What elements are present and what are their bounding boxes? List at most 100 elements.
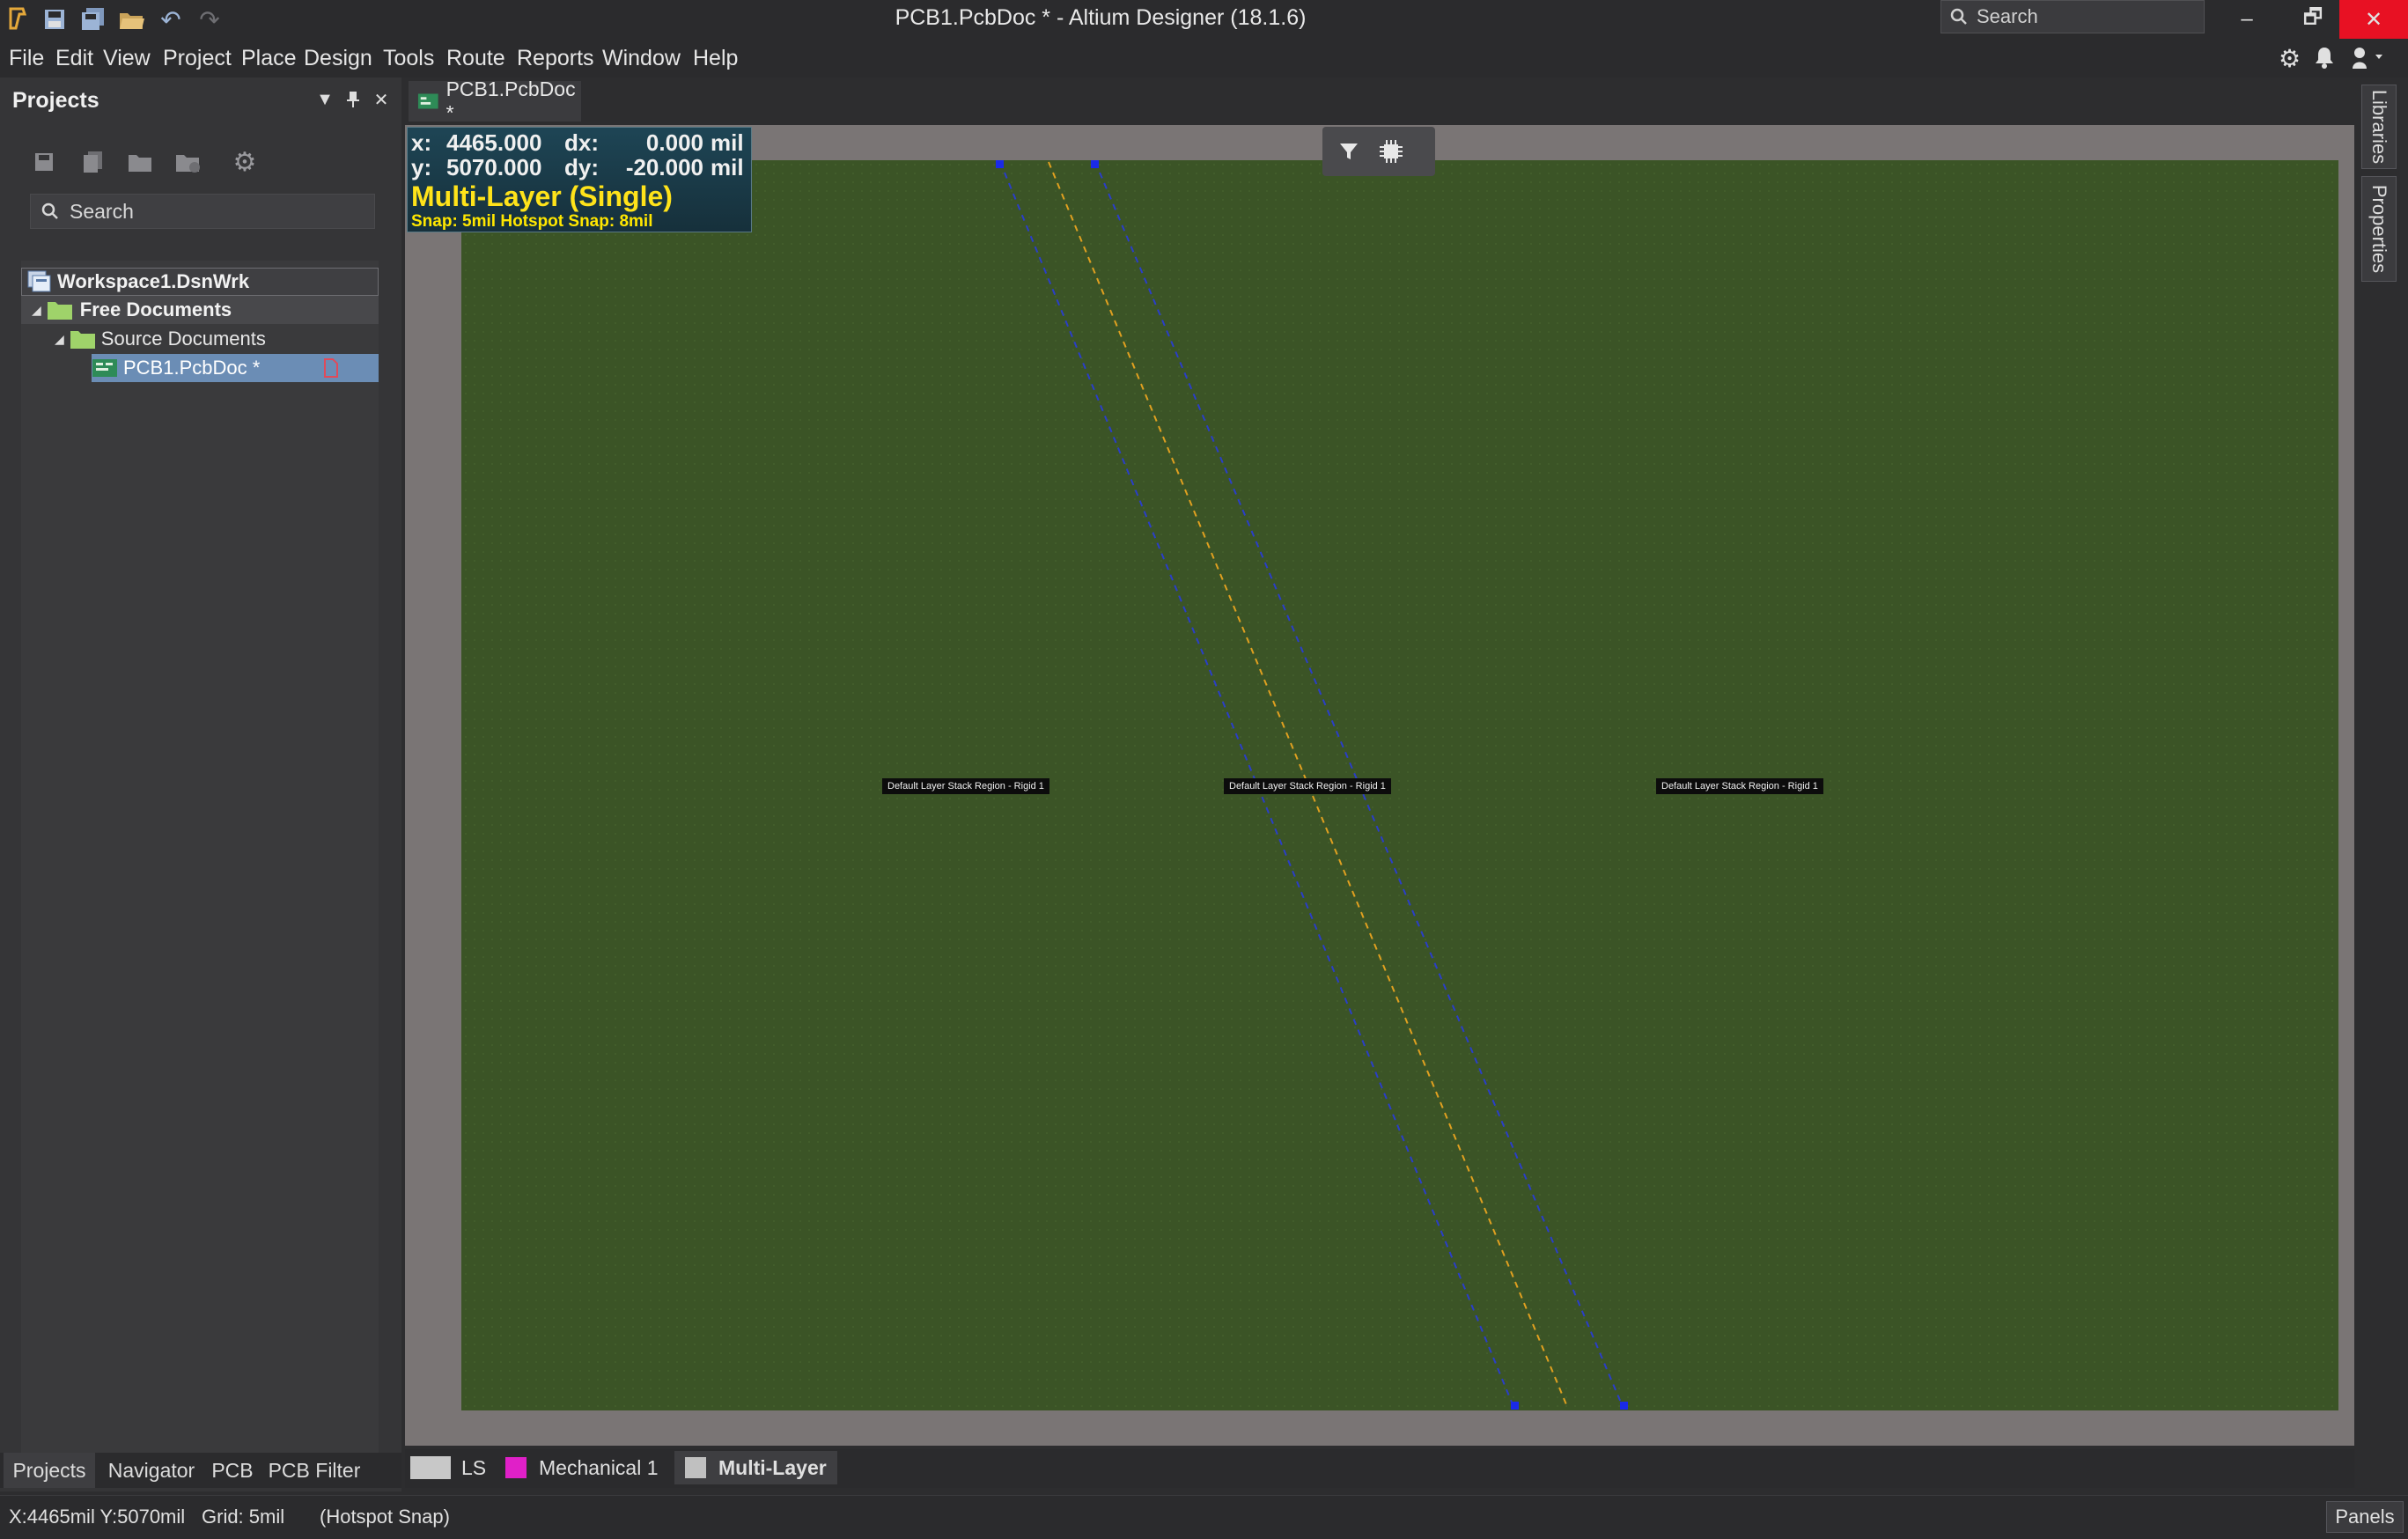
menu-bar: File Edit View Project Place Design Tool… (0, 39, 2408, 77)
multi-layer-color-swatch (685, 1457, 706, 1478)
pcb-traces (996, 160, 1628, 1410)
workspace-label: Workspace1.DsnWrk (57, 270, 250, 292)
mechanical-layer-color-swatch (505, 1457, 527, 1478)
hud-snap-info: Snap: 5mil Hotspot Snap: 8mil (411, 212, 653, 231)
hud-x-value: 4465.000 (446, 129, 542, 156)
free-documents-label: Free Documents (79, 298, 232, 320)
search-icon (41, 202, 58, 219)
side-tab-libraries[interactable]: Libraries (2361, 85, 2397, 169)
layer-tab-multilayer-label: Multi-Layer (718, 1455, 827, 1479)
menu-tools[interactable]: Tools (383, 46, 434, 71)
tab-pcb-filter[interactable]: PCB Filter (259, 1453, 370, 1488)
source-documents-label: Source Documents (100, 328, 266, 350)
minimize-button[interactable]: ‒ (2213, 0, 2281, 39)
notifications-bell-icon[interactable] (2314, 46, 2335, 73)
filter-icon[interactable] (1335, 137, 1363, 166)
layer-tab-ls-label: LS (461, 1455, 487, 1479)
hud-x-label: x: (411, 129, 432, 156)
folder-icon (70, 331, 95, 349)
status-bar: X:4465mil Y:5070mil Grid: 5mil (Hotspot … (0, 1495, 2408, 1539)
close-button[interactable]: ✕ (2339, 0, 2408, 39)
hud-dx-value: 0.000 (645, 129, 703, 156)
save-project-icon[interactable] (30, 148, 58, 176)
close-project-icon[interactable] (174, 148, 203, 176)
pcb-board[interactable]: Default Layer Stack Region - Rigid 1 Def… (461, 160, 2338, 1410)
title-search-input[interactable]: Search (1940, 0, 2205, 33)
hud-dy-label: dy: (564, 154, 599, 180)
project-settings-gear-icon[interactable]: ⚙ (231, 148, 259, 177)
search-icon (1950, 8, 1967, 25)
active-bar (1322, 127, 1435, 176)
window-title: PCB1.PcbDoc * - Altium Designer (18.1.6) (895, 5, 1307, 30)
select-component-icon[interactable] (1377, 137, 1405, 166)
collapse-triangle-icon[interactable]: ◢ (32, 303, 41, 318)
compile-project-icon[interactable] (79, 148, 107, 176)
projects-panel-header: Projects ▼ ✕ (0, 77, 401, 123)
panels-button[interactable]: Panels (2326, 1501, 2404, 1533)
side-tab-properties[interactable]: Properties (2361, 176, 2397, 282)
projects-toolbar: ⚙ (0, 139, 401, 183)
maximize-button[interactable]: 🗗 (2279, 0, 2347, 39)
hud-dx-label: dx: (564, 129, 599, 156)
pcb-document-icon (92, 359, 117, 377)
folder-icon (47, 302, 72, 320)
tab-navigator[interactable]: Navigator (97, 1453, 206, 1488)
layer-set-swatch (410, 1456, 451, 1479)
menu-design[interactable]: Design (304, 46, 372, 71)
layer-tab-mechanical-label: Mechanical 1 (539, 1455, 659, 1479)
projects-panel-title: Projects (12, 88, 99, 113)
modified-document-icon (324, 358, 338, 378)
title-bar: ↶ ↷ PCB1.PcbDoc * - Altium Designer (18.… (0, 0, 2408, 39)
pcb-document-label: PCB1.PcbDoc * (123, 357, 261, 379)
menu-file[interactable]: File (9, 46, 44, 71)
heads-up-display: x: 4465.000 dx: 0.000 mil y: 5070.000 dy… (407, 127, 752, 232)
pcb-editor[interactable]: Default Layer Stack Region - Rigid 1 Def… (405, 125, 2354, 1446)
menu-route[interactable]: Route (446, 46, 505, 71)
status-coordinates: X:4465mil Y:5070mil (9, 1506, 186, 1528)
document-tab-label: PCB1.PcbDoc * (446, 77, 576, 124)
layer-stack-region-label: Default Layer Stack Region - Rigid 1 (1224, 778, 1391, 794)
side-tab-libraries-label: Libraries (2368, 89, 2390, 165)
layer-tabs: LS Mechanical 1 Multi-Layer (405, 1449, 2354, 1488)
menu-project[interactable]: Project (163, 46, 232, 71)
menu-reports[interactable]: Reports (517, 46, 594, 71)
project-tree: Workspace1.DsnWrk ◢ Free Documents ◢ Sou… (21, 261, 379, 1467)
tab-projects[interactable]: Projects (4, 1453, 95, 1488)
menu-window[interactable]: Window (602, 46, 681, 71)
hud-layer-name: Multi-Layer (Single) (411, 180, 673, 212)
status-snap: (Hotspot Snap) (320, 1506, 450, 1528)
tree-item-workspace[interactable]: Workspace1.DsnWrk (21, 268, 379, 296)
layer-tab-mechanical-1[interactable]: Mechanical 1 (505, 1451, 659, 1484)
menu-place[interactable]: Place (241, 46, 297, 71)
tree-item-free-documents[interactable]: ◢ Free Documents (21, 296, 379, 324)
status-grid: Grid: 5mil (202, 1506, 285, 1528)
menu-edit[interactable]: Edit (55, 46, 93, 71)
layer-tab-multi-layer[interactable]: Multi-Layer (674, 1451, 837, 1484)
title-search-placeholder: Search (1977, 5, 2038, 27)
layer-stack-region-label: Default Layer Stack Region - Rigid 1 (882, 778, 1049, 794)
tree-item-source-documents[interactable]: ◢ Source Documents (21, 325, 379, 353)
projects-search-placeholder: Search (70, 199, 134, 223)
user-account-icon[interactable] (2351, 46, 2386, 73)
workspace-icon (27, 270, 51, 292)
panel-close-icon[interactable]: ✕ (370, 88, 393, 111)
tab-pcb[interactable]: PCB (208, 1453, 257, 1488)
collapse-triangle-icon[interactable]: ◢ (55, 332, 64, 347)
projects-panel: Projects ▼ ✕ ⚙ Search Workspace1.DsnWrk … (0, 77, 401, 1491)
layer-stack-region-label: Default Layer Stack Region - Rigid 1 (1656, 778, 1823, 794)
hud-y-unit: mil (711, 154, 744, 180)
panel-menu-dropdown-icon[interactable]: ▼ (313, 88, 336, 111)
menu-help[interactable]: Help (693, 46, 738, 71)
project-options-icon[interactable] (127, 148, 155, 176)
panel-tabs: Projects Navigator PCB PCB Filter (0, 1453, 401, 1488)
document-tab-pcb1[interactable]: PCB1.PcbDoc * (409, 77, 581, 124)
panel-pin-icon[interactable] (342, 88, 365, 111)
layer-tab-ls[interactable]: LS (410, 1451, 486, 1484)
settings-gear-icon[interactable]: ⚙ (2279, 44, 2301, 73)
side-tab-properties-label: Properties (2368, 184, 2390, 274)
hud-x-unit: mil (711, 129, 744, 156)
menu-view[interactable]: View (103, 46, 151, 71)
projects-search-input[interactable]: Search (30, 194, 375, 229)
pcb-document-icon (417, 93, 438, 109)
tree-item-pcb1-pcbdoc[interactable]: PCB1.PcbDoc * (21, 354, 379, 382)
